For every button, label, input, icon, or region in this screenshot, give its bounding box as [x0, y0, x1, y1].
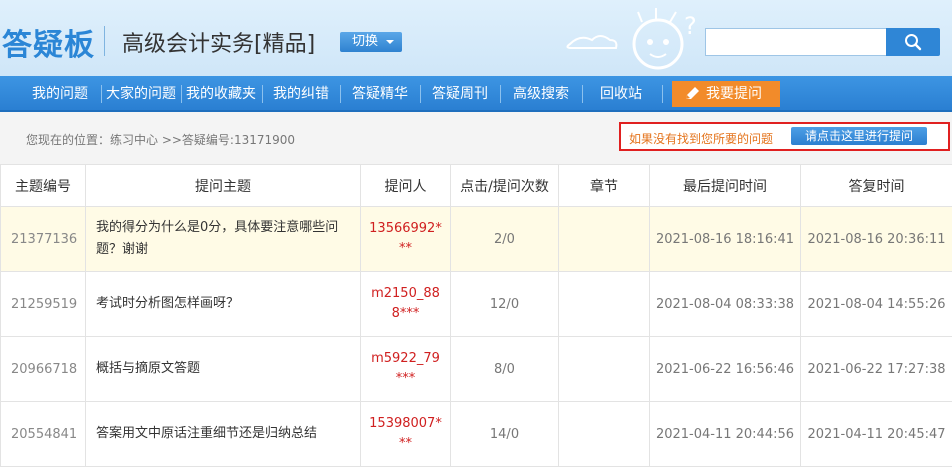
search-icon	[905, 34, 922, 51]
table-row[interactable]: 20554841 答案用文中原话注重细节还是归纳总结 15398007*** 1…	[0, 401, 952, 467]
last-asked-time: 2021-06-22 16:56:46	[649, 336, 801, 402]
last-asked-time: 2021-08-16 18:16:41	[649, 206, 801, 272]
nav-my-favorites[interactable]: 我的收藏夹	[184, 76, 258, 112]
ask-question-button[interactable]: 我要提问	[672, 81, 780, 107]
asker-name: m2150_888***	[360, 271, 451, 337]
question-subject-link[interactable]: 考试时分析图怎样画呀？	[85, 271, 361, 337]
asker-name: 13566992***	[360, 206, 451, 272]
nav-recycle-bin[interactable]: 回收站	[586, 76, 656, 112]
ask-hint-text: 如果没有找到您所要的问题	[629, 132, 774, 146]
click-count: 14/0	[450, 401, 559, 467]
table-row[interactable]: 21377136 我的得分为什么是0分，具体要注意哪些问题？谢谢 1356699…	[0, 206, 952, 272]
nav-divider	[500, 85, 501, 103]
col-header-chapter[interactable]: 章节	[558, 164, 650, 207]
question-id: 20554841	[0, 401, 86, 467]
reply-time: 2021-06-22 17:27:38	[800, 336, 952, 402]
col-header-subject[interactable]: 提问主题	[85, 164, 361, 207]
nav-qa-highlights[interactable]: 答疑精华	[344, 76, 416, 112]
click-count: 12/0	[450, 271, 559, 337]
ask-hint-box: 如果没有找到您所要的问题 请点击这里进行提问	[619, 122, 950, 151]
nav-all-questions[interactable]: 大家的问题	[104, 76, 178, 112]
col-header-clicks[interactable]: 点击/提问次数	[450, 164, 559, 207]
col-header-id[interactable]: 主题编号	[0, 164, 86, 207]
col-header-reply-time[interactable]: 答复时间	[800, 164, 952, 207]
chapter	[558, 401, 650, 467]
switch-label: 切换	[352, 34, 379, 49]
question-subject-link[interactable]: 概括与摘原文答题	[85, 336, 361, 402]
switch-course-button[interactable]: 切换	[340, 32, 402, 52]
logo-divider	[104, 26, 105, 56]
nav-divider	[582, 85, 583, 103]
chapter	[558, 271, 650, 337]
breadcrumb-bar: 您现在的位置：练习中心 >>答疑编号:13171900 如果没有找到您所要的问题…	[0, 112, 952, 164]
breadcrumb: 您现在的位置：练习中心 >>答疑编号:13171900	[26, 133, 296, 147]
nav-advanced-search[interactable]: 高级搜索	[504, 76, 578, 112]
question-id: 21377136	[0, 206, 86, 272]
question-subject-link[interactable]: 我的得分为什么是0分，具体要注意哪些问题？谢谢	[85, 206, 361, 272]
nav-divider	[420, 85, 421, 103]
last-asked-time: 2021-04-11 20:44:56	[649, 401, 801, 467]
ask-question-label: 我要提问	[706, 86, 762, 102]
nav-my-corrections[interactable]: 我的纠错	[266, 76, 336, 112]
question-id: 20966718	[0, 336, 86, 402]
col-header-last-asked[interactable]: 最后提问时间	[649, 164, 801, 207]
table-row[interactable]: 21259519 考试时分析图怎样画呀？ m2150_888*** 12/0 2…	[0, 271, 952, 337]
mascot-illustration-icon: ?	[566, 8, 697, 70]
chapter	[558, 206, 650, 272]
nav-divider	[340, 85, 341, 103]
nav-divider	[662, 85, 663, 103]
ask-here-button[interactable]: 请点击这里进行提问	[791, 127, 927, 145]
chapter	[558, 336, 650, 402]
last-asked-time: 2021-08-04 08:33:38	[649, 271, 801, 337]
question-id: 21259519	[0, 271, 86, 337]
nav-qa-weekly[interactable]: 答疑周刊	[424, 76, 496, 112]
table-row[interactable]: 20966718 概括与摘原文答题 m5922_79*** 8/0 2021-0…	[0, 336, 952, 402]
reply-time: 2021-08-16 20:36:11	[800, 206, 952, 272]
reply-time: 2021-08-04 14:55:26	[800, 271, 952, 337]
logo[interactable]: 答疑板	[2, 20, 95, 64]
search-input[interactable]	[705, 28, 887, 56]
header: 答疑板 高级会计实务[精品] 切换 ?	[0, 0, 952, 76]
questions-table: 主题编号 提问主题 提问人 点击/提问次数 章节 最后提问时间 答复时间 213…	[0, 164, 952, 467]
nav-divider	[101, 85, 102, 103]
main-nav: 我的问题 大家的问题 我的收藏夹 我的纠错 答疑精华 答疑周刊 高级搜索 回收站…	[0, 76, 952, 112]
reply-time: 2021-04-11 20:45:47	[800, 401, 952, 467]
chevron-down-icon	[386, 40, 394, 44]
pencil-icon	[686, 87, 699, 99]
svg-text:?: ?	[684, 12, 697, 40]
table-header-row: 主题编号 提问主题 提问人 点击/提问次数 章节 最后提问时间 答复时间	[0, 164, 952, 207]
nav-my-questions[interactable]: 我的问题	[22, 76, 98, 112]
question-subject-link[interactable]: 答案用文中原话注重细节还是归纳总结	[85, 401, 361, 467]
click-count: 2/0	[450, 206, 559, 272]
search-button[interactable]	[886, 28, 940, 56]
asker-name: m5922_79***	[360, 336, 451, 402]
nav-divider	[262, 85, 263, 103]
nav-divider	[181, 85, 182, 103]
course-title: 高级会计实务[精品]	[122, 32, 316, 57]
col-header-asker[interactable]: 提问人	[360, 164, 451, 207]
click-count: 8/0	[450, 336, 559, 402]
asker-name: 15398007***	[360, 401, 451, 467]
